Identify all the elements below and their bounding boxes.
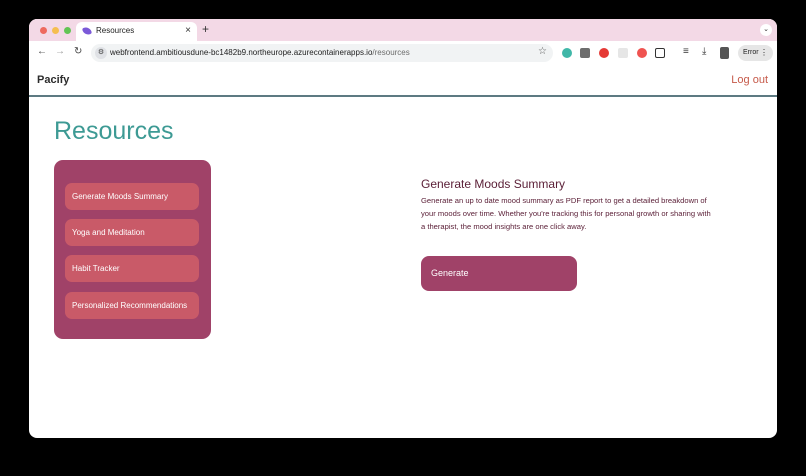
detail-description: Generate an up to date mood summary as P… — [421, 196, 711, 231]
back-arrow-icon[interactable]: ← — [37, 46, 47, 58]
close-window-button[interactable] — [40, 27, 47, 34]
maximize-window-button[interactable] — [64, 27, 71, 34]
app-header: Pacify Log out — [29, 65, 777, 97]
page-title: Resources — [54, 117, 174, 145]
reload-icon[interactable]: ↻ — [74, 46, 82, 58]
bookmark-star-icon[interactable]: ☆ — [538, 46, 547, 57]
site-settings-icon[interactable]: ⚙ — [95, 47, 107, 59]
error-label: Error — [743, 49, 759, 56]
detail-title: Generate Moods Summary — [421, 177, 566, 191]
menu-item-generate-moods-summary[interactable]: Generate Moods Summary — [65, 183, 199, 210]
resources-menu: Generate Moods Summary Yoga and Meditati… — [54, 160, 211, 339]
tab-search-chevron-icon[interactable]: ⌄ — [760, 24, 772, 36]
menu-item-personalized-recommendations[interactable]: Personalized Recommendations — [65, 292, 199, 319]
browser-window: Resources × + ⌄ ← → ↻ ⚙ webfrontend.ambi… — [29, 19, 777, 438]
site-favicon-icon — [81, 25, 93, 37]
extension-red-shield-icon[interactable] — [599, 48, 609, 58]
forward-arrow-icon[interactable]: → — [55, 46, 65, 58]
menu-item-yoga-and-meditation[interactable]: Yoga and Meditation — [65, 219, 199, 246]
address-bar[interactable]: ⚙ webfrontend.ambitiousdune-bc1482b9.nor… — [91, 44, 553, 62]
tab-strip: Resources × + ⌄ — [29, 19, 777, 41]
browser-toolbar: ← → ↻ ⚙ webfrontend.ambitiousdune-bc1482… — [29, 41, 777, 65]
extension-red-circle-icon[interactable] — [637, 48, 647, 58]
download-icon[interactable]: ⤓ — [702, 46, 706, 58]
brand-logo-text[interactable]: Pacify — [37, 74, 69, 86]
tab-title: Resources — [96, 26, 135, 35]
profile-icon[interactable] — [720, 47, 729, 59]
url-text[interactable]: webfrontend.ambitiousdune-bc1482b9.north… — [110, 48, 410, 57]
extension-off-icon[interactable] — [580, 48, 590, 58]
extension-teal-icon[interactable] — [562, 48, 572, 58]
logout-link[interactable]: Log out — [731, 74, 768, 86]
tab-resources[interactable]: Resources × — [76, 22, 197, 41]
more-options-icon[interactable]: ⋮ — [760, 45, 768, 61]
url-path: /resources — [372, 48, 410, 57]
tab-close-icon[interactable]: × — [185, 25, 191, 37]
generate-button[interactable]: Generate — [421, 256, 577, 291]
reading-list-icon[interactable]: ≡ — [683, 46, 689, 58]
minimize-window-button[interactable] — [52, 27, 59, 34]
extensions-puzzle-icon[interactable] — [655, 48, 665, 58]
new-tab-icon[interactable]: + — [202, 23, 209, 35]
menu-item-habit-tracker[interactable]: Habit Tracker — [65, 255, 199, 282]
extension-blank-icon[interactable] — [618, 48, 628, 58]
url-host: webfrontend.ambitiousdune-bc1482b9.north… — [110, 48, 373, 57]
error-chip-button[interactable]: Error ⋮ — [738, 45, 773, 61]
